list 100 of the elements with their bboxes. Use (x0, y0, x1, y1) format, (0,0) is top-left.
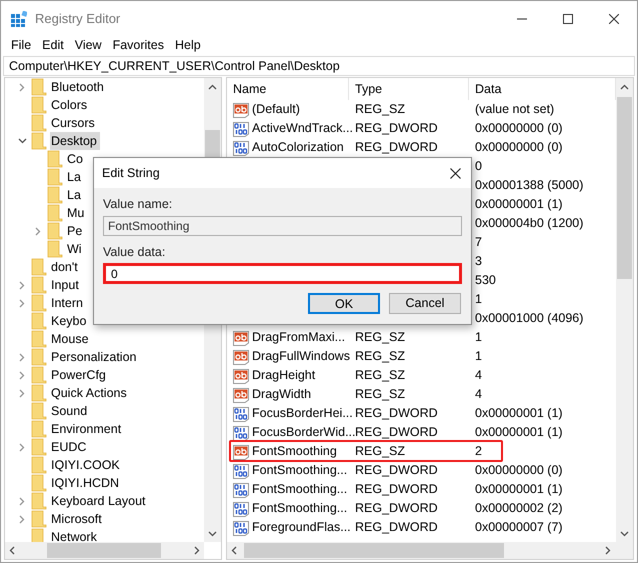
scroll-down-icon[interactable] (620, 530, 629, 536)
tree-item[interactable]: Quick Actions (50, 384, 130, 402)
tree-item[interactable]: Cursors (50, 114, 98, 132)
column-header[interactable]: Name (227, 78, 349, 100)
tree-item[interactable]: Keybo (50, 312, 90, 330)
scrollbar-thumb[interactable] (47, 543, 161, 558)
folder-icon (47, 186, 63, 204)
expand-chevron-icon[interactable] (19, 370, 25, 380)
menu-item[interactable]: Help (170, 36, 205, 54)
scroll-left-icon[interactable] (231, 546, 237, 555)
folder-icon (31, 384, 47, 402)
expand-chevron-icon[interactable] (19, 280, 25, 290)
folder-icon (47, 204, 63, 222)
string-value-icon (233, 444, 249, 460)
binary-value-icon (233, 462, 249, 478)
value-data-field[interactable]: 0 (103, 263, 462, 284)
expand-chevron-icon[interactable] (19, 442, 25, 452)
menu-item[interactable]: View (70, 36, 106, 54)
value-data: 0x00000001 (1) (474, 196, 563, 214)
value-data: 0x00000000 (0) (474, 139, 563, 156)
maximize-icon[interactable] (563, 14, 573, 24)
vertical-scrollbar[interactable] (616, 78, 633, 542)
collapse-chevron-icon[interactable] (18, 138, 26, 144)
tree-item[interactable]: Personalization (50, 348, 140, 366)
tree-item[interactable]: Pe (66, 222, 86, 240)
expand-chevron-icon[interactable] (35, 226, 41, 236)
folder-icon (47, 150, 63, 168)
tree-item[interactable]: Microsoft (50, 510, 105, 528)
field-label: Value data: (103, 244, 166, 260)
address-bar[interactable]: Computer\HKEY_CURRENT_USER\Control Panel\Desktop (3, 56, 635, 76)
value-name[interactable]: AutoColorization (252, 138, 344, 157)
field-label: Value name: (103, 196, 174, 212)
value-name[interactable]: DragFromMaxi... (252, 328, 346, 347)
scrollbar-thumb[interactable] (617, 97, 632, 279)
scroll-down-icon[interactable] (208, 530, 217, 536)
tree-item[interactable]: don't (50, 258, 81, 276)
value-name[interactable]: FontSmoothing... (252, 499, 348, 518)
horizontal-scrollbar[interactable] (227, 542, 633, 559)
scroll-right-icon[interactable] (194, 546, 200, 555)
scrollbar-thumb[interactable] (244, 543, 504, 558)
binary-value-icon (233, 406, 249, 422)
value-name[interactable]: FocusBorderHei... (252, 404, 353, 423)
value-type: REG_SZ (355, 444, 406, 458)
tree-item[interactable]: IQIYI.COOK (50, 456, 123, 474)
value-name[interactable]: FontSmoothing (252, 442, 337, 461)
horizontal-scrollbar[interactable] (5, 542, 204, 559)
scroll-right-icon[interactable] (605, 546, 611, 555)
column-header[interactable]: Type (349, 78, 469, 100)
value-type: REG_DWORD (355, 121, 438, 136)
expand-chevron-icon[interactable] (19, 352, 25, 362)
expand-chevron-icon[interactable] (19, 298, 25, 308)
tree-item[interactable]: La (66, 186, 84, 204)
value-data: 2 (474, 443, 482, 460)
tree-item[interactable]: Wi (66, 240, 85, 258)
value-name[interactable]: DragFullWindows (252, 347, 350, 366)
value-name[interactable]: DragWidth (252, 385, 312, 404)
value-name[interactable]: FocusBorderWid... (252, 423, 356, 442)
folder-icon (31, 438, 47, 456)
folder-icon (47, 222, 63, 240)
tree-item[interactable]: Mouse (50, 330, 92, 348)
tree-item[interactable]: Mu (66, 204, 88, 222)
string-value-icon (233, 102, 249, 118)
tree-item[interactable]: Co (66, 150, 86, 168)
value-name[interactable]: ForegroundFlas... (252, 518, 351, 537)
tree-item[interactable]: Network (50, 528, 100, 542)
value-name[interactable]: DragHeight (252, 366, 316, 385)
scroll-up-icon[interactable] (620, 84, 629, 90)
menu-item[interactable]: File (7, 36, 36, 54)
expand-chevron-icon[interactable] (19, 496, 25, 506)
value-name[interactable]: FontSmoothing... (252, 461, 348, 480)
expand-chevron-icon[interactable] (19, 514, 25, 524)
expand-chevron-icon[interactable] (19, 82, 25, 92)
tree-item[interactable]: Keyboard Layout (50, 492, 149, 510)
value-name[interactable]: (Default) (252, 100, 300, 119)
value-name[interactable]: ActiveWndTrack... (252, 119, 353, 138)
ok-button[interactable]: OK (308, 293, 380, 314)
string-value-icon (233, 348, 249, 364)
value-type: REG_DWORD (355, 482, 438, 496)
tree-item[interactable]: Intern (50, 294, 86, 312)
tree-item[interactable]: Environment (50, 420, 124, 438)
tree-item[interactable]: Input (50, 276, 82, 294)
tree-item[interactable]: EUDC (50, 438, 90, 456)
expand-chevron-icon[interactable] (19, 388, 25, 398)
close-icon[interactable] (609, 14, 619, 24)
close-icon[interactable] (450, 168, 461, 178)
tree-item[interactable]: Desktop (50, 132, 100, 150)
scroll-left-icon[interactable] (9, 546, 15, 555)
tree-item[interactable]: Bluetooth (50, 78, 107, 96)
value-name[interactable]: FontSmoothing... (252, 480, 348, 499)
folder-icon (31, 492, 47, 510)
tree-item[interactable]: La (66, 168, 84, 186)
folder-icon (31, 474, 47, 492)
tree-item[interactable]: Colors (50, 96, 90, 114)
cancel-button[interactable]: Cancel (389, 293, 461, 314)
menu-item[interactable]: Edit (38, 36, 68, 54)
tree-item[interactable]: PowerCfg (50, 366, 109, 384)
tree-item[interactable]: IQIYI.HCDN (50, 474, 122, 492)
tree-item[interactable]: Sound (50, 402, 90, 420)
scroll-up-icon[interactable] (208, 84, 217, 90)
menu-item[interactable]: Favorites (108, 36, 168, 54)
